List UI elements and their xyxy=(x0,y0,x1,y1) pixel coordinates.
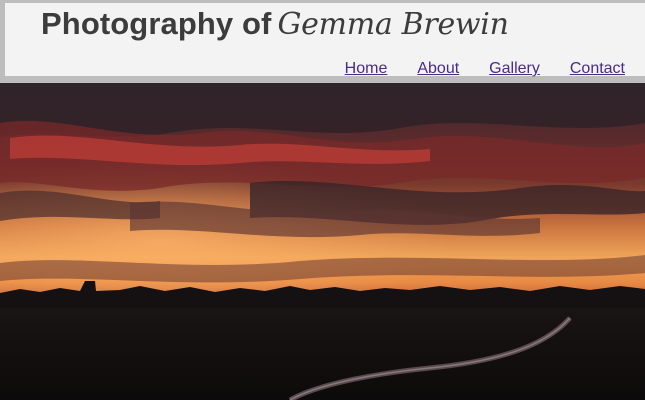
nav-link-gallery[interactable]: Gallery xyxy=(489,60,540,78)
nav-link-about[interactable]: About xyxy=(417,60,459,78)
site-title: Photography of Gemma Brewin xyxy=(41,6,509,42)
nav-link-contact[interactable]: Contact xyxy=(570,60,625,78)
site-title-name: Gemma Brewin xyxy=(277,7,509,42)
site-header: Photography of Gemma Brewin Home About Ga… xyxy=(0,0,645,83)
main-nav: Home About Gallery Contact xyxy=(345,60,625,78)
header-panel: Photography of Gemma Brewin Home About Ga… xyxy=(5,3,645,78)
nav-link-home[interactable]: Home xyxy=(345,60,388,78)
site-title-prefix: Photography of xyxy=(41,6,272,41)
sunset-landscape-image xyxy=(0,83,645,400)
hero-sunset-photo xyxy=(0,83,645,400)
